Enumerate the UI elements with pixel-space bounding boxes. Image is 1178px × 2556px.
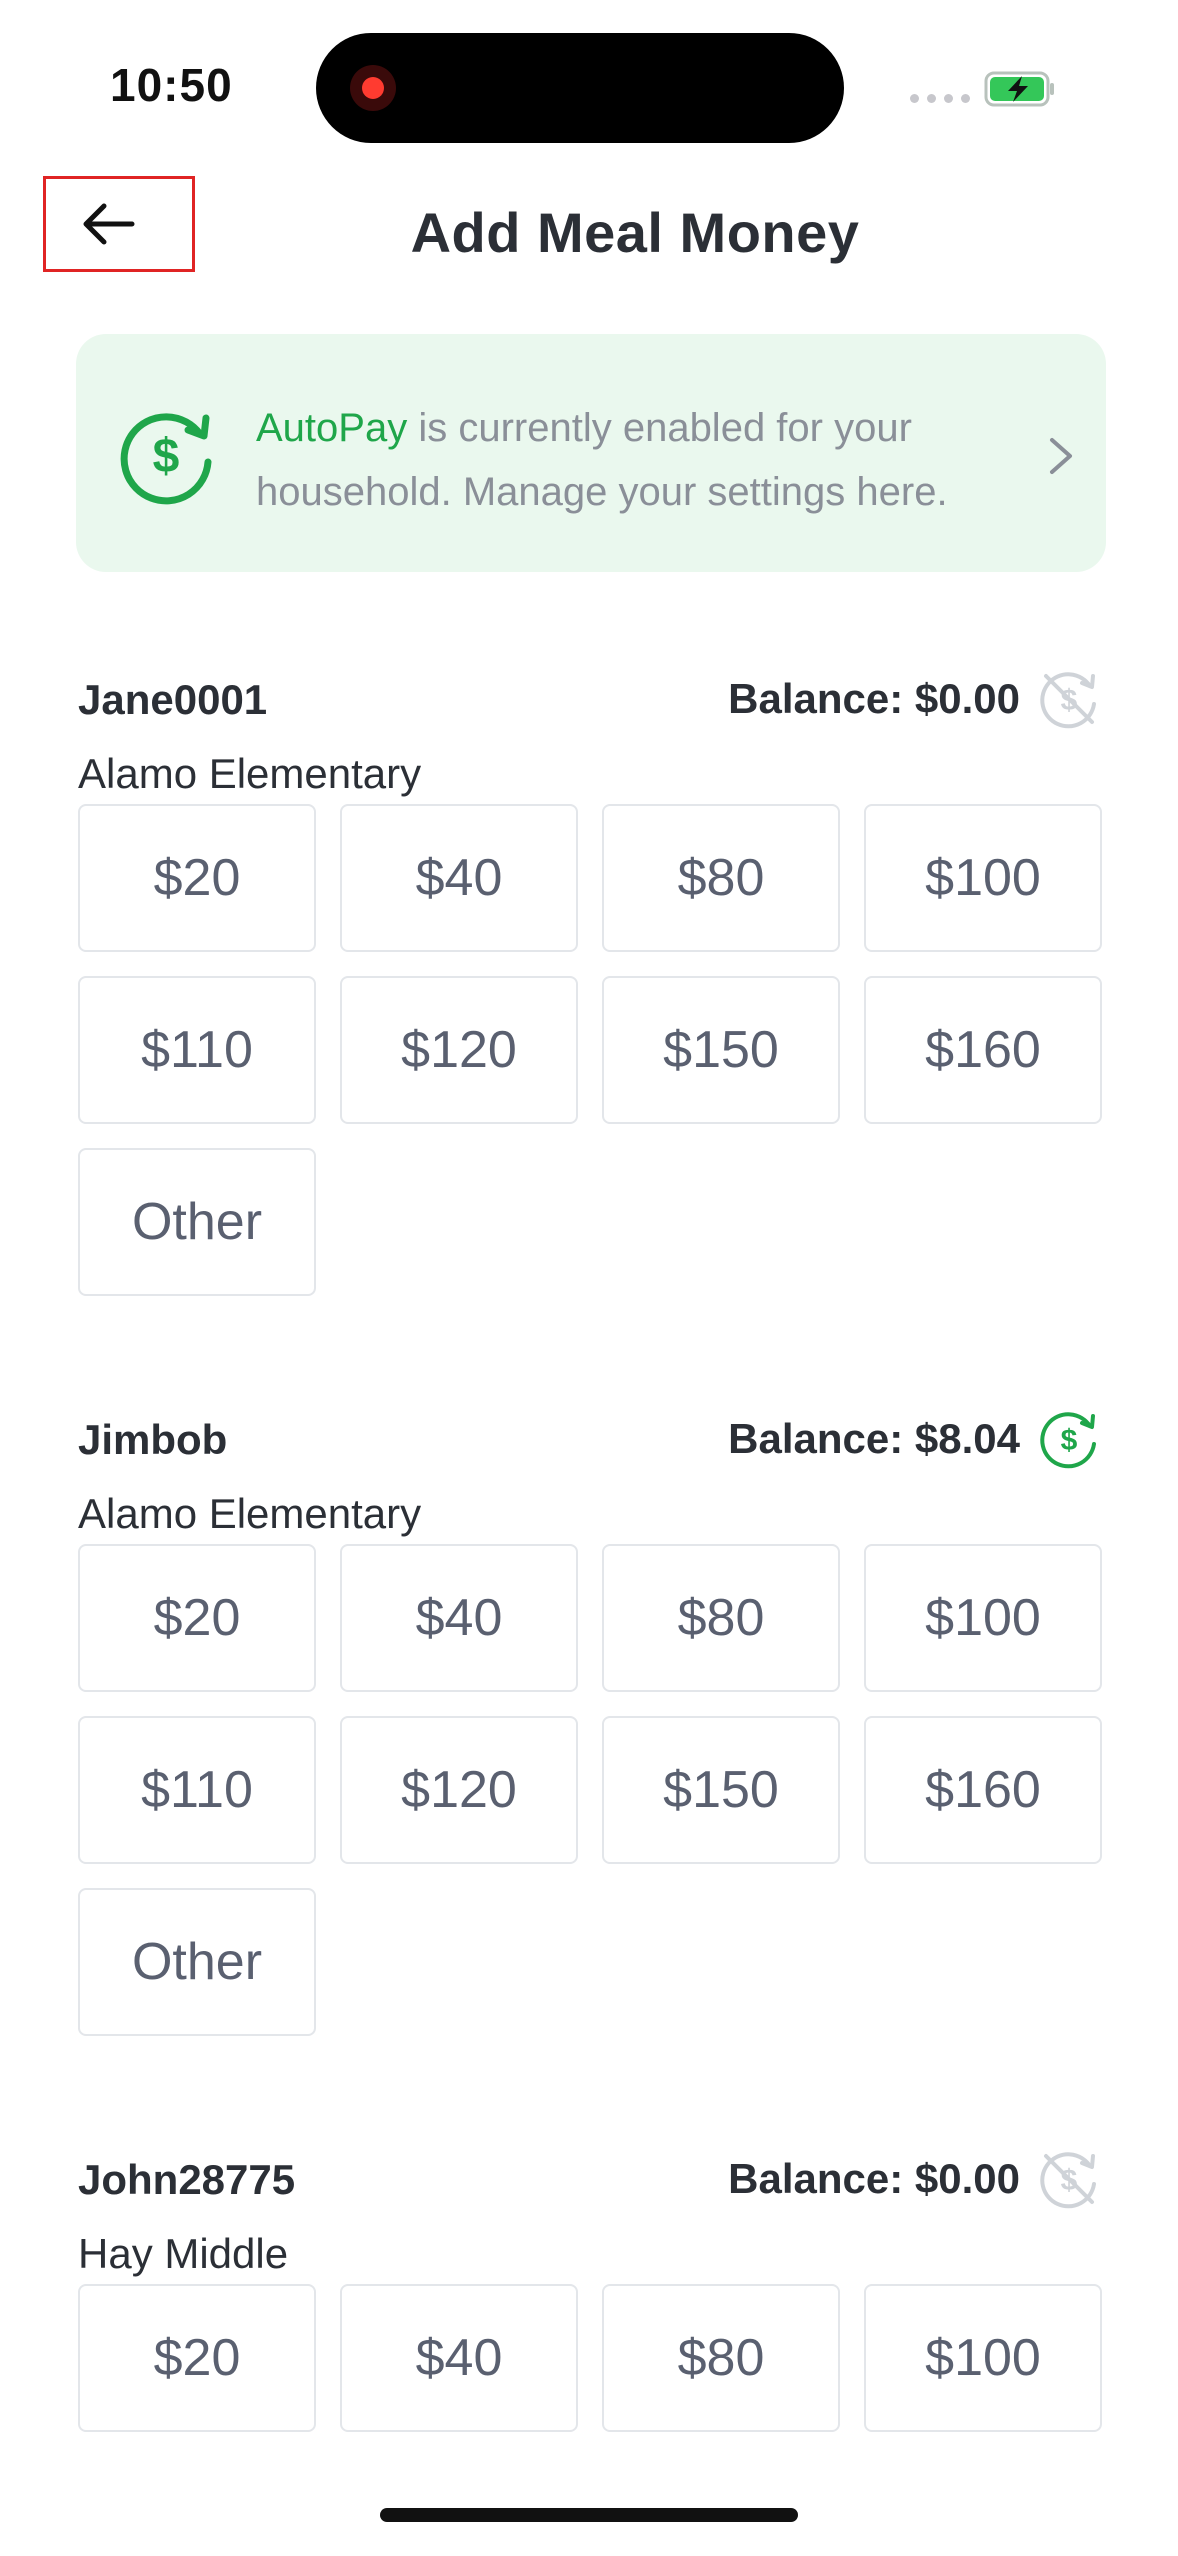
amount-button[interactable]: $80 [602,1544,840,1692]
autopay-message: AutoPay is currently enabled for your ho… [256,396,1036,524]
amount-button[interactable]: $100 [864,2284,1102,2432]
autopay-off-icon[interactable]: $ [1036,2146,1102,2212]
amount-button[interactable]: $160 [864,1716,1102,1864]
svg-text:$: $ [1061,1424,1078,1457]
balance-label: Balance: $0.00 [728,675,1020,722]
amount-button[interactable]: $20 [78,2284,316,2432]
amount-button[interactable]: $20 [78,1544,316,1692]
student-name: John28775 [78,2156,296,2203]
status-time: 10:50 [110,59,233,111]
other-amount-button[interactable]: Other [78,1148,316,1296]
status-bar: 10:50 [0,0,1178,170]
balance-label: Balance: $8.04 [728,1415,1020,1462]
balance-row: Balance: $0.00 $ [728,2146,1102,2212]
amount-button[interactable]: $110 [78,1716,316,1864]
student-name: Jane0001 [78,676,268,723]
amount-options: $20 $40 $80 $100 $110 $120 $150 $160 Oth… [78,1544,1102,2036]
svg-text:$: $ [153,430,180,483]
amount-button[interactable]: $100 [864,804,1102,952]
other-amount-button[interactable]: Other [78,1888,316,2036]
balance-label: Balance: $0.00 [728,2155,1020,2202]
school-name: Alamo Elementary [78,1490,422,1537]
amount-button[interactable]: $100 [864,1544,1102,1692]
dynamic-island [316,33,844,143]
chevron-right-icon [1050,438,1072,474]
amount-button[interactable]: $110 [78,976,316,1124]
battery-charging-icon [984,71,1054,107]
page-title: Add Meal Money [410,201,860,264]
student-name: Jimbob [78,1416,228,1463]
amount-button[interactable]: $150 [602,976,840,1124]
autopay-banner[interactable]: $ AutoPay is currently enabled for your … [76,334,1106,572]
amount-options: $20 $40 $80 $100 [78,2284,1102,2432]
amount-button[interactable]: $40 [340,1544,578,1692]
amount-button[interactable]: $150 [602,1716,840,1864]
amount-button[interactable]: $20 [78,804,316,952]
home-indicator[interactable] [380,2508,798,2522]
amount-options: $20 $40 $80 $100 $110 $120 $150 $160 Oth… [78,804,1102,1296]
amount-button[interactable]: $40 [340,804,578,952]
autopay-on-icon[interactable]: $ [1036,1406,1102,1472]
cellular-signal-icon [910,94,970,103]
balance-row: Balance: $8.04 $ [728,1406,1102,1472]
amount-button[interactable]: $160 [864,976,1102,1124]
autopay-dollar-icon: $ [120,413,212,505]
balance-row: Balance: $0.00 $ [728,666,1102,732]
autopay-off-icon[interactable]: $ [1036,666,1102,732]
amount-button[interactable]: $120 [340,976,578,1124]
amount-button[interactable]: $80 [602,804,840,952]
amount-button[interactable]: $40 [340,2284,578,2432]
screen-recording-icon [350,65,396,111]
autopay-link-text: AutoPay [256,406,408,450]
amount-button[interactable]: $120 [340,1716,578,1864]
school-name: Hay Middle [78,2230,289,2277]
school-name: Alamo Elementary [78,750,422,797]
amount-button[interactable]: $80 [602,2284,840,2432]
